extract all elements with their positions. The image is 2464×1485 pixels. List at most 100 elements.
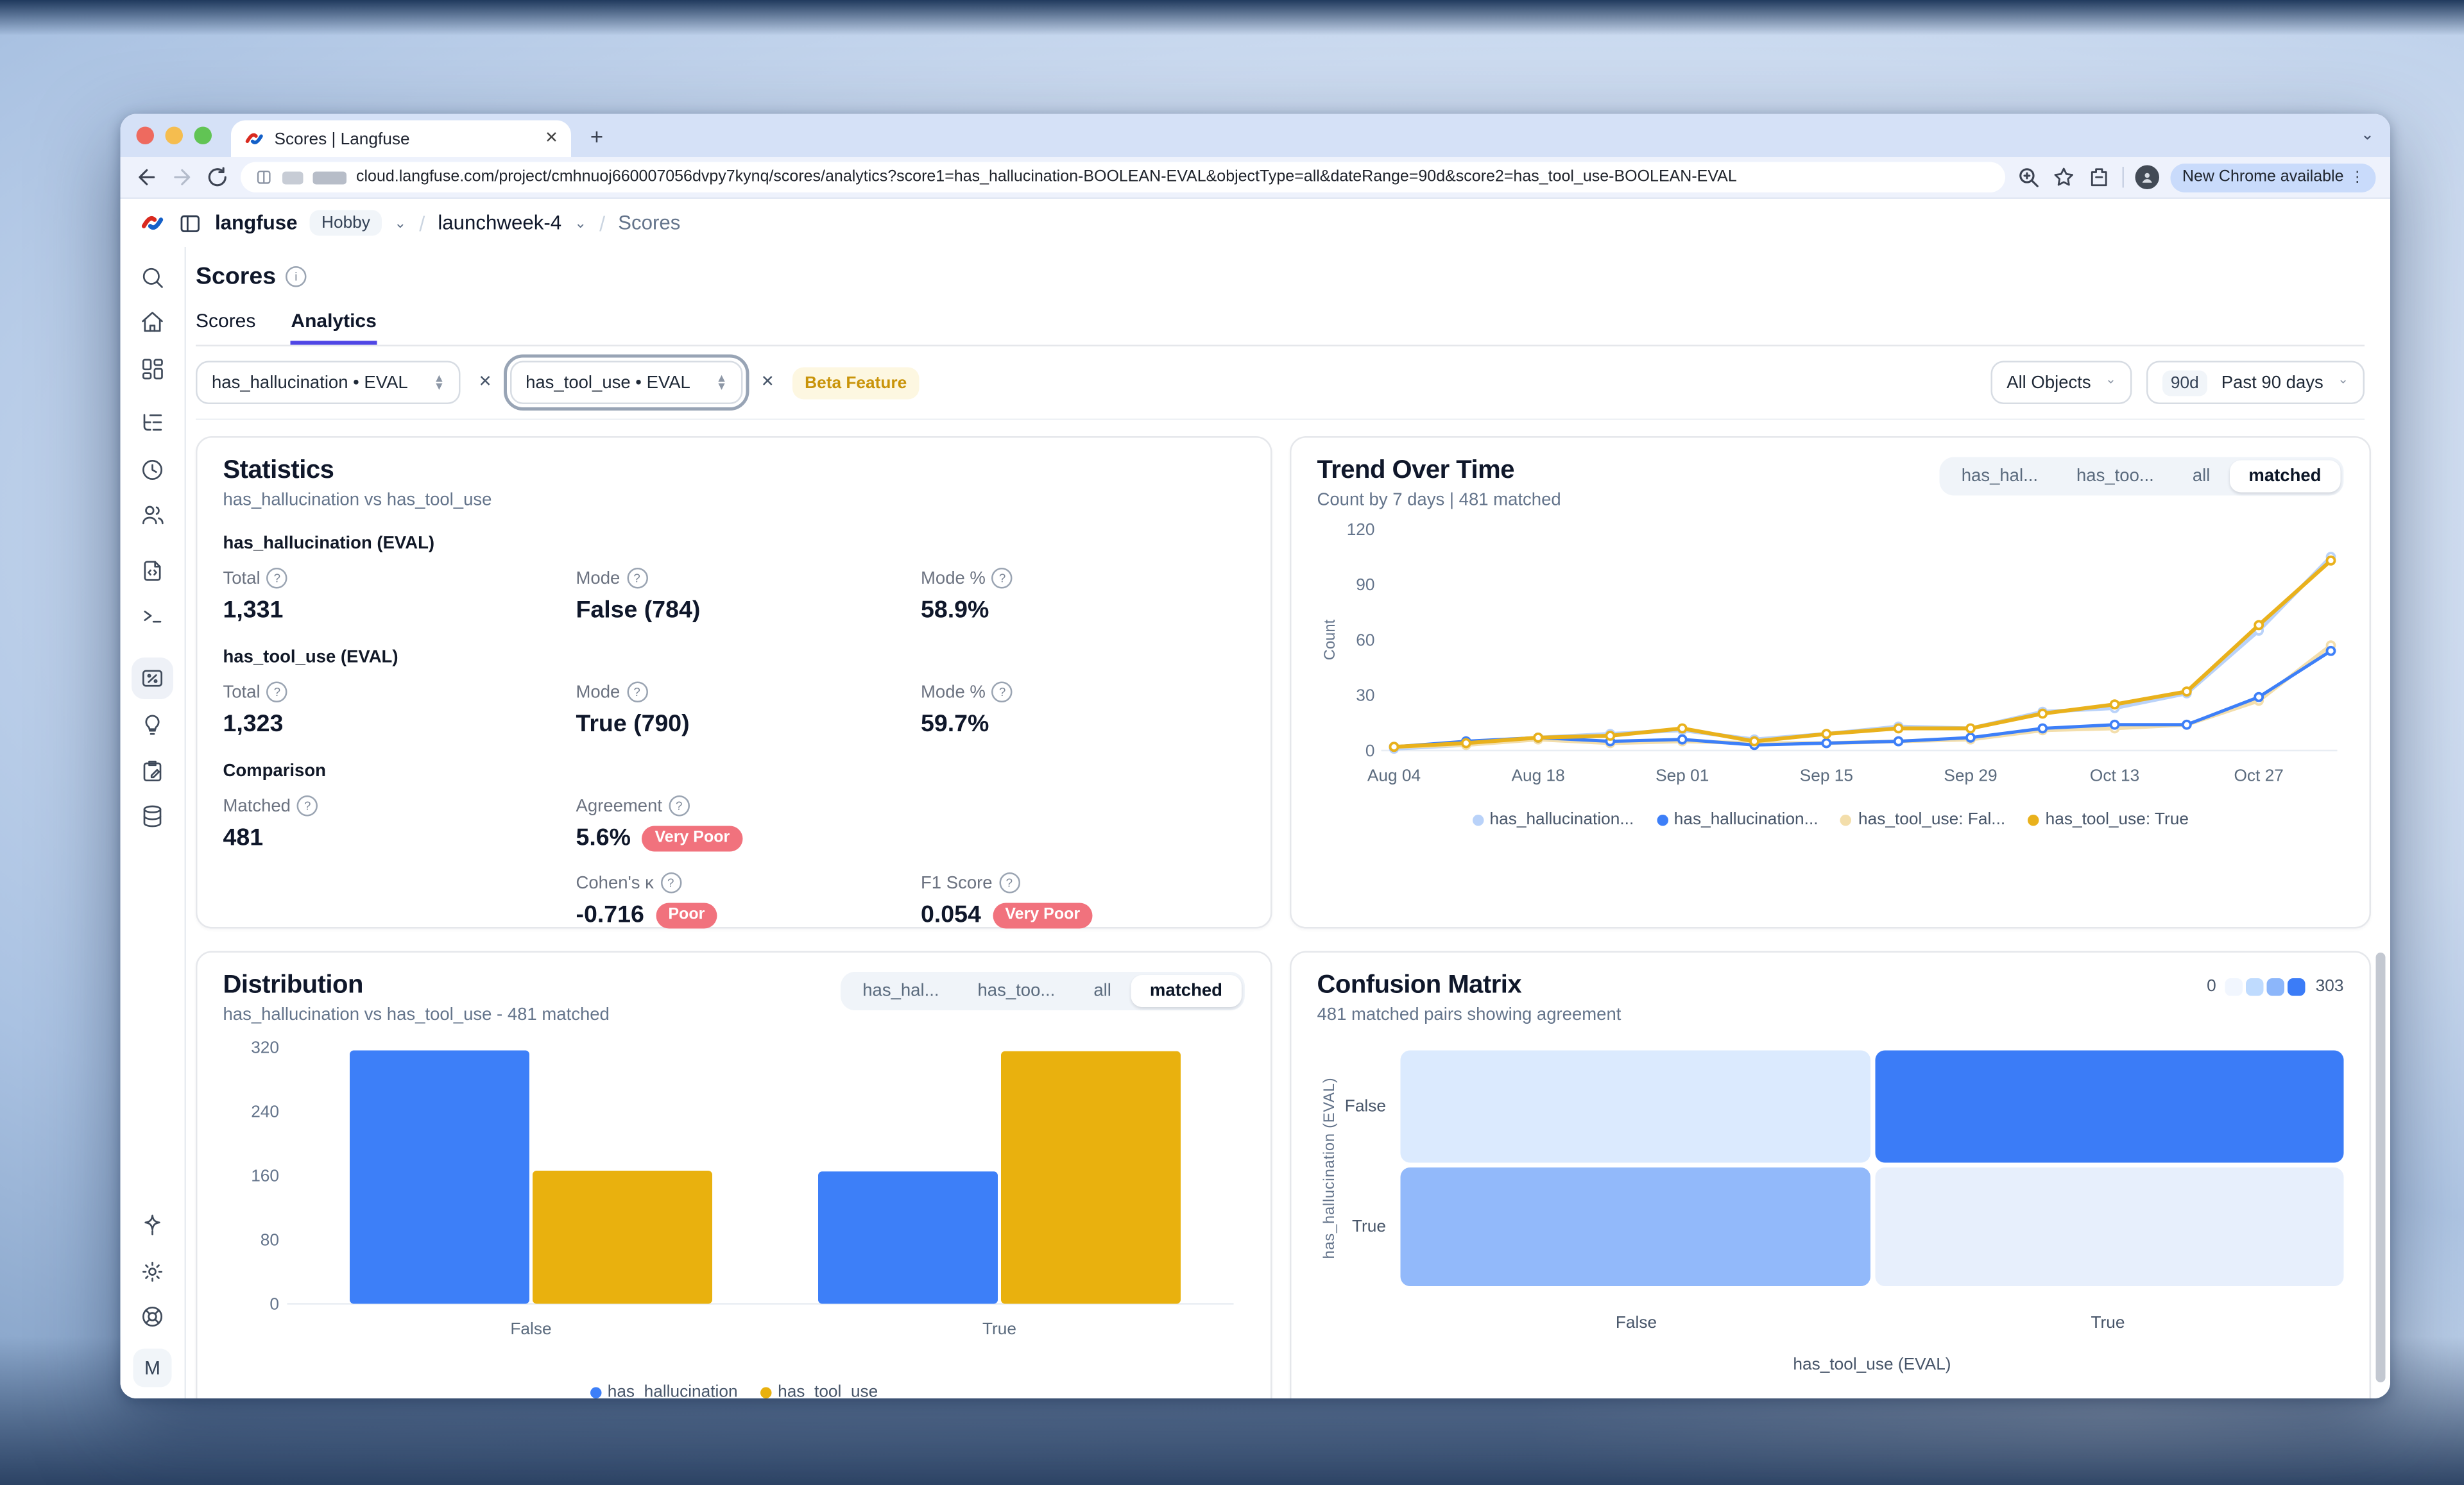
- score1-select[interactable]: has_hallucination • EVAL: [196, 361, 461, 405]
- distribution-tab-score1[interactable]: has_hal...: [843, 975, 958, 1007]
- date-range-badge: 90d: [2162, 369, 2207, 395]
- search-icon[interactable]: [139, 263, 166, 291]
- playground-terminal-icon[interactable]: [139, 602, 166, 630]
- trend-tab-score2[interactable]: has_too...: [2057, 461, 2173, 493]
- help-icon[interactable]: [660, 872, 681, 894]
- zoom-icon[interactable]: [2017, 165, 2041, 190]
- confusion-cell-false-true[interactable]: [1874, 1051, 2343, 1163]
- distribution-tab-score2[interactable]: has_too...: [959, 975, 1075, 1007]
- score2-select[interactable]: has_tool_use • EVAL: [509, 361, 743, 405]
- svg-text:240: 240: [251, 1101, 279, 1121]
- breadcrumb-divider: /: [599, 211, 605, 235]
- redacted-chip: [313, 171, 347, 183]
- org-name[interactable]: langfuse: [215, 212, 298, 234]
- settings-gear-icon[interactable]: [139, 1257, 166, 1285]
- reload-button[interactable]: [205, 165, 230, 190]
- home-icon[interactable]: [139, 309, 166, 336]
- svg-text:0: 0: [270, 1294, 279, 1313]
- tab-list-chevron-icon[interactable]: ⌄: [2361, 127, 2374, 145]
- trend-title: Trend Over Time: [1317, 457, 1561, 486]
- confusion-cell-false-false[interactable]: [1401, 1051, 1870, 1163]
- close-window-button[interactable]: [137, 127, 155, 145]
- distribution-tab-all[interactable]: all: [1074, 975, 1131, 1007]
- help-icon[interactable]: [992, 568, 1013, 589]
- browser-profile-avatar[interactable]: [2135, 165, 2160, 190]
- datasets-database-icon[interactable]: [139, 802, 166, 830]
- bookmark-star-icon[interactable]: [2052, 165, 2076, 190]
- insights-lightbulb-icon[interactable]: [139, 711, 166, 739]
- annotations-clipboard-icon[interactable]: [139, 757, 166, 785]
- object-type-select[interactable]: All Objects: [1990, 361, 2132, 405]
- dashboards-icon[interactable]: [139, 355, 166, 382]
- svg-text:Aug 18: Aug 18: [1512, 766, 1565, 785]
- project-name[interactable]: launchweek-4: [438, 212, 561, 234]
- app-header: langfuse Hobby ⌄ / launchweek-4 ⌄ / Scor…: [121, 199, 2391, 247]
- prompts-file-icon[interactable]: [139, 557, 166, 584]
- remove-score1-button[interactable]: [475, 371, 495, 395]
- upgrade-sparkle-icon[interactable]: [139, 1212, 166, 1239]
- svg-text:Oct 13: Oct 13: [2090, 766, 2139, 785]
- scale-min: 0: [2207, 977, 2216, 996]
- distribution-tab-matched[interactable]: matched: [1131, 975, 1242, 1007]
- url-bar[interactable]: cloud.langfuse.com/project/cmhnuoj660007…: [241, 162, 2006, 193]
- updown-chevrons-icon: [434, 375, 445, 391]
- tab-analytics[interactable]: Analytics: [291, 310, 376, 345]
- help-icon[interactable]: [297, 795, 318, 817]
- svg-text:Count: Count: [1321, 619, 1339, 660]
- status-badge: Poor: [655, 902, 717, 928]
- org-chevron-icon[interactable]: ⌄: [394, 214, 406, 232]
- tab-scores[interactable]: Scores: [196, 310, 255, 345]
- svg-text:False: False: [510, 1319, 551, 1338]
- browser-tab[interactable]: Scores | Langfuse ✕: [231, 121, 571, 158]
- help-icon[interactable]: [992, 682, 1013, 703]
- trend-view-switcher: has_hal... has_too... all matched: [1939, 457, 2344, 496]
- sidebar-toggle-icon[interactable]: [178, 211, 203, 235]
- users-icon[interactable]: [139, 501, 166, 529]
- back-button[interactable]: [135, 165, 159, 190]
- help-icon[interactable]: [669, 795, 690, 817]
- help-icon[interactable]: [626, 568, 647, 589]
- extensions-icon[interactable]: [2087, 165, 2112, 190]
- kebab-menu-icon[interactable]: [2350, 169, 2365, 187]
- tab-close-icon[interactable]: ✕: [545, 130, 558, 148]
- sessions-clock-icon[interactable]: [139, 455, 166, 483]
- tracing-icon[interactable]: [139, 410, 166, 437]
- url-text[interactable]: cloud.langfuse.com/project/cmhnuoj660007…: [356, 169, 1737, 187]
- browser-toolbar: cloud.langfuse.com/project/cmhnuoj660007…: [121, 157, 2391, 199]
- desktop: Scores | Langfuse ✕ + ⌄ cloud.langfuse.c…: [0, 0, 2464, 1485]
- help-icon[interactable]: [267, 682, 288, 703]
- remove-score2-button[interactable]: [758, 371, 778, 395]
- svg-text:60: 60: [1356, 630, 1374, 649]
- support-lifebuoy-icon[interactable]: [139, 1303, 166, 1330]
- site-info-icon[interactable]: [255, 169, 273, 187]
- chrome-update-button[interactable]: New Chrome available: [2171, 163, 2375, 192]
- statistics-subtitle: has_hallucination vs has_tool_use: [223, 491, 1245, 510]
- chrome-update-label: New Chrome available: [2182, 169, 2344, 187]
- date-range-select[interactable]: 90d Past 90 days: [2146, 361, 2365, 405]
- scrollbar-thumb[interactable]: [2376, 953, 2386, 1382]
- project-chevron-icon[interactable]: ⌄: [574, 214, 586, 232]
- redacted-chip: [282, 171, 304, 183]
- window-controls: [137, 127, 212, 145]
- scores-icon-active[interactable]: [132, 658, 173, 699]
- trend-tab-score1[interactable]: has_hal...: [1942, 461, 2057, 493]
- confusion-cell-true-false[interactable]: [1401, 1167, 1870, 1286]
- help-icon[interactable]: [267, 568, 288, 589]
- trend-tab-matched[interactable]: matched: [2229, 461, 2340, 493]
- beta-feature-badge: Beta Feature: [792, 366, 920, 398]
- info-icon[interactable]: [286, 266, 307, 287]
- forward-button[interactable]: [170, 165, 194, 190]
- help-icon[interactable]: [999, 872, 1020, 894]
- trend-tab-all[interactable]: all: [2173, 461, 2230, 493]
- page-title: Scores: [196, 263, 276, 291]
- help-icon[interactable]: [626, 682, 647, 703]
- minimize-window-button[interactable]: [166, 127, 184, 145]
- breadcrumb-divider: /: [419, 211, 425, 235]
- new-tab-button[interactable]: +: [581, 119, 613, 151]
- user-avatar[interactable]: M: [133, 1349, 172, 1387]
- zoom-window-button[interactable]: [194, 127, 212, 145]
- confusion-cell-true-true[interactable]: [1874, 1167, 2343, 1286]
- svg-text:Sep 29: Sep 29: [1944, 766, 1997, 785]
- langfuse-favicon: [244, 128, 265, 149]
- row-label-true: True: [1343, 1167, 1401, 1286]
